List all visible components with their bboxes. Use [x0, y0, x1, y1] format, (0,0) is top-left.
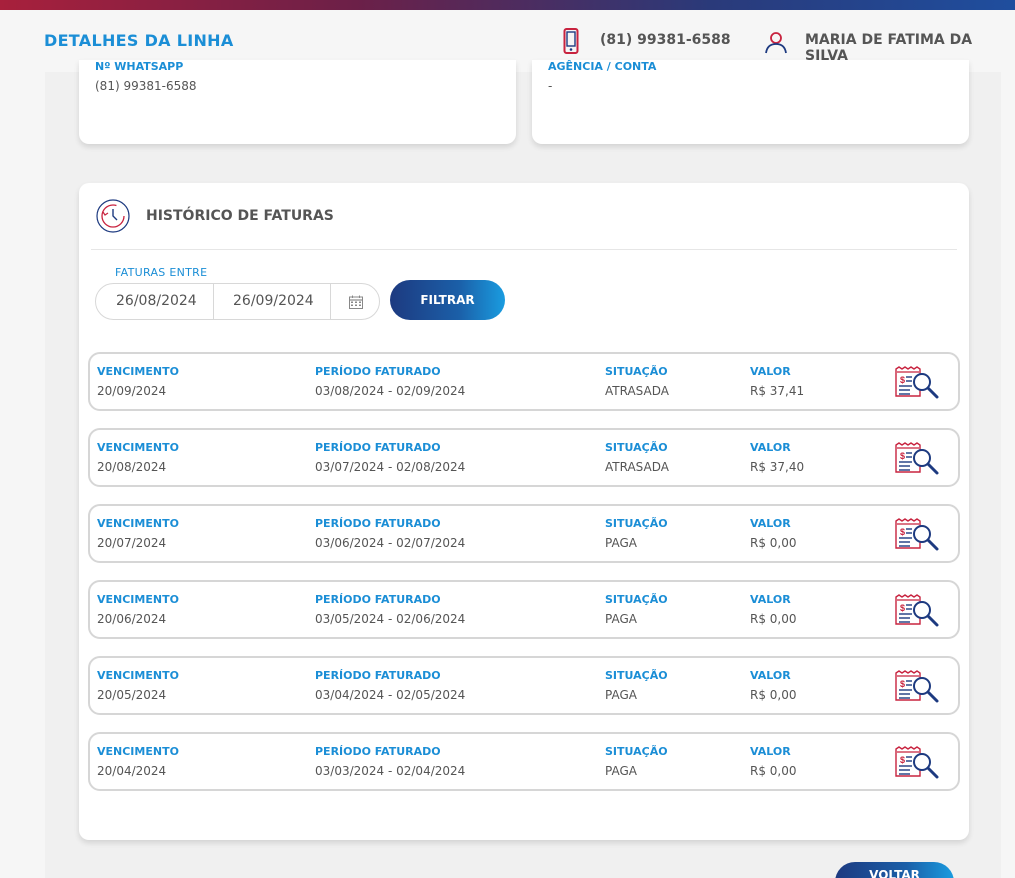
- due-label: VENCIMENTO: [97, 593, 179, 606]
- whatsapp-value: (81) 99381-6588: [95, 79, 197, 93]
- value-label: VALOR: [750, 441, 791, 454]
- period-value: 03/05/2024 - 02/06/2024: [315, 612, 466, 626]
- invoice-search-icon[interactable]: $: [894, 442, 940, 476]
- period-value: 03/07/2024 - 02/08/2024: [315, 460, 466, 474]
- filter-button[interactable]: FILTRAR: [390, 280, 505, 320]
- svg-text:$: $: [900, 755, 905, 765]
- status-value: ATRASADA: [605, 384, 669, 398]
- period-value: 03/08/2024 - 02/09/2024: [315, 384, 466, 398]
- value-label: VALOR: [750, 593, 791, 606]
- invoice-row[interactable]: VENCIMENTO 20/04/2024 PERÍODO FATURADO 03/0…: [88, 732, 960, 791]
- invoice-row[interactable]: VENCIMENTO 20/06/2024 PERÍODO FATURADO 03/0…: [88, 580, 960, 639]
- date-range-picker[interactable]: 26/08/2024 26/09/2024: [95, 283, 380, 320]
- amount-value: R$ 0,00: [750, 536, 797, 550]
- whatsapp-label: Nº WHATSAPP: [95, 60, 184, 73]
- amount-value: R$ 0,00: [750, 764, 797, 778]
- history-title: HISTÓRICO DE FATURAS: [146, 208, 334, 224]
- status-label: SITUAÇÃO: [605, 745, 668, 758]
- whatsapp-card: Nº WHATSAPP (81) 99381-6588: [79, 60, 516, 144]
- date-separator: [213, 284, 214, 319]
- date-separator: [330, 284, 331, 319]
- svg-text:$: $: [900, 527, 905, 537]
- invoice-search-icon[interactable]: $: [894, 746, 940, 780]
- value-label: VALOR: [750, 745, 791, 758]
- agencia-label: AGÊNCIA / CONTA: [548, 60, 657, 73]
- value-label: VALOR: [750, 517, 791, 530]
- back-button[interactable]: VOLTAR: [835, 862, 954, 878]
- page-title: DETALHES DA LINHA: [44, 31, 234, 50]
- period-label: PERÍODO FATURADO: [315, 745, 441, 758]
- due-value: 20/04/2024: [97, 764, 167, 778]
- value-label: VALOR: [750, 365, 791, 378]
- status-value: ATRASADA: [605, 460, 669, 474]
- invoice-search-icon[interactable]: $: [894, 366, 940, 400]
- date-from-field[interactable]: 26/08/2024: [116, 293, 197, 309]
- agencia-card: AGÊNCIA / CONTA -: [532, 60, 969, 144]
- due-label: VENCIMENTO: [97, 745, 179, 758]
- period-value: 03/06/2024 - 02/07/2024: [315, 536, 466, 550]
- invoice-search-icon[interactable]: $: [894, 670, 940, 704]
- status-label: SITUAÇÃO: [605, 593, 668, 606]
- header-phone-number: (81) 99381-6588: [600, 32, 731, 48]
- period-value: 03/03/2024 - 02/04/2024: [315, 764, 466, 778]
- status-value: PAGA: [605, 612, 637, 626]
- status-value: PAGA: [605, 536, 637, 550]
- date-to-field[interactable]: 26/09/2024: [233, 293, 314, 309]
- period-label: PERÍODO FATURADO: [315, 517, 441, 530]
- svg-text:$: $: [900, 375, 905, 385]
- due-value: 20/07/2024: [97, 536, 167, 550]
- due-label: VENCIMENTO: [97, 441, 179, 454]
- svg-text:$: $: [900, 451, 905, 461]
- clock-history-icon: [96, 199, 130, 233]
- period-label: PERÍODO FATURADO: [315, 669, 441, 682]
- due-value: 20/08/2024: [97, 460, 167, 474]
- value-label: VALOR: [750, 669, 791, 682]
- due-label: VENCIMENTO: [97, 517, 179, 530]
- top-brand-bar: [0, 0, 1015, 10]
- due-value: 20/05/2024: [97, 688, 167, 702]
- invoice-row[interactable]: VENCIMENTO 20/07/2024 PERÍODO FATURADO 03/0…: [88, 504, 960, 563]
- invoice-row[interactable]: VENCIMENTO 20/05/2024 PERÍODO FATURADO 03/0…: [88, 656, 960, 715]
- status-value: PAGA: [605, 764, 637, 778]
- status-value: PAGA: [605, 688, 637, 702]
- phone-icon: [563, 28, 579, 54]
- period-label: PERÍODO FATURADO: [315, 593, 441, 606]
- status-label: SITUAÇÃO: [605, 441, 668, 454]
- due-label: VENCIMENTO: [97, 365, 179, 378]
- date-filter-label: FATURAS ENTRE: [115, 266, 208, 279]
- period-label: PERÍODO FATURADO: [315, 441, 441, 454]
- agencia-value: -: [548, 79, 553, 93]
- invoice-row[interactable]: VENCIMENTO 20/09/2024 PERÍODO FATURADO 03/0…: [88, 352, 960, 411]
- period-value: 03/04/2024 - 02/05/2024: [315, 688, 466, 702]
- amount-value: R$ 0,00: [750, 612, 797, 626]
- amount-value: R$ 37,40: [750, 460, 805, 474]
- user-icon[interactable]: [764, 30, 788, 54]
- svg-text:$: $: [900, 603, 905, 613]
- period-label: PERÍODO FATURADO: [315, 365, 441, 378]
- due-label: VENCIMENTO: [97, 669, 179, 682]
- divider: [91, 249, 957, 250]
- amount-value: R$ 0,00: [750, 688, 797, 702]
- svg-text:$: $: [900, 679, 905, 689]
- amount-value: R$ 37,41: [750, 384, 805, 398]
- invoice-search-icon[interactable]: $: [894, 594, 940, 628]
- due-value: 20/09/2024: [97, 384, 167, 398]
- due-value: 20/06/2024: [97, 612, 167, 626]
- calendar-icon[interactable]: [349, 295, 363, 309]
- status-label: SITUAÇÃO: [605, 669, 668, 682]
- status-label: SITUAÇÃO: [605, 517, 668, 530]
- invoice-row[interactable]: VENCIMENTO 20/08/2024 PERÍODO FATURADO 03/0…: [88, 428, 960, 487]
- status-label: SITUAÇÃO: [605, 365, 668, 378]
- invoice-search-icon[interactable]: $: [894, 518, 940, 552]
